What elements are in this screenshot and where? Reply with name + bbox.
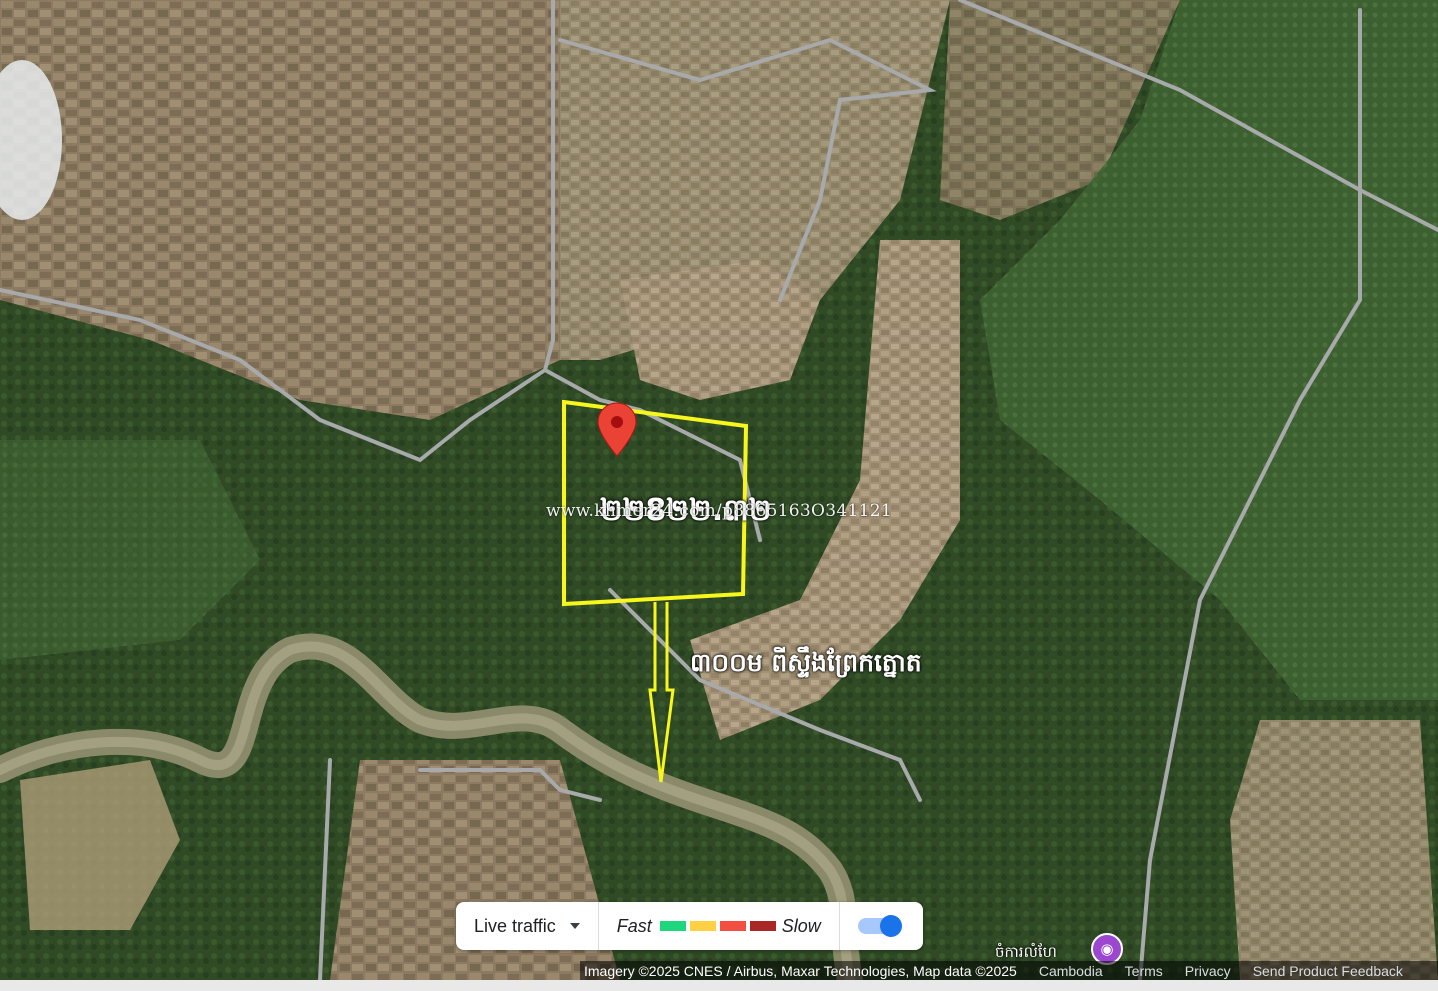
satellite-map[interactable] — [0, 0, 1438, 980]
traffic-legend: Fast Slow — [599, 902, 839, 950]
chevron-down-icon — [569, 923, 580, 929]
country-link[interactable]: Cambodia — [1039, 963, 1103, 979]
imagery-credit: Imagery ©2025 CNES / Airbus, Maxar Techn… — [584, 962, 1017, 979]
toggle-knob — [879, 915, 902, 937]
feedback-link[interactable]: Send Product Feedback — [1253, 963, 1403, 979]
legend-swatch-moderate — [689, 921, 716, 931]
live-traffic-label: Live traffic — [474, 915, 556, 936]
toggle-track — [857, 915, 902, 937]
bottom-strip — [0, 980, 1438, 991]
watermark: www.khmer24.com/p8865163O341121 — [546, 501, 892, 521]
live-traffic-dropdown[interactable]: Live traffic — [456, 902, 598, 950]
legend-swatch-slow — [719, 921, 746, 931]
terms-link[interactable]: Terms — [1125, 963, 1163, 979]
fast-label: Fast — [616, 915, 652, 936]
privacy-link[interactable]: Privacy — [1185, 963, 1231, 979]
distance-label: ៣០០ម ពីស្ទឹងព្រែកត្នោត — [690, 648, 922, 677]
attribution-bar: Imagery ©2025 CNES / Airbus, Maxar Techn… — [580, 961, 1438, 980]
traffic-toggle[interactable] — [840, 902, 912, 950]
legend-swatch-fast — [659, 921, 686, 931]
traffic-layer-bar: Live traffic Fast Slow — [456, 902, 923, 950]
legend-swatch-very-slow — [749, 921, 776, 931]
slow-label: Slow — [781, 915, 821, 936]
